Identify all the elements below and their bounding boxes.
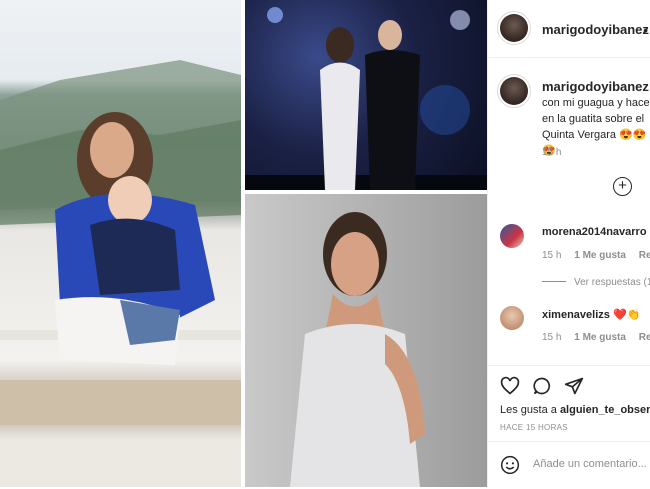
post-time-ago[interactable]: HACE 15 HORAS <box>500 423 568 432</box>
photo-stage-hosts <box>245 0 487 190</box>
more-options-icon[interactable]: • <box>643 22 649 38</box>
view-replies-button[interactable]: Ver respuestas (1) <box>542 277 650 288</box>
comment-reply-button[interactable]: Respo <box>639 250 650 261</box>
caption-username-text[interactable]: marigodoyibanez <box>542 79 649 94</box>
post-actions: Les gusta a alguien_te_observ HACE 15 HO… <box>488 365 650 488</box>
share-icon[interactable] <box>564 376 584 396</box>
photo-mother-with-baby-art <box>0 60 241 425</box>
view-replies-label[interactable]: Ver respuestas (1) <box>574 277 650 288</box>
caption-line: en la guatita sobre el <box>542 113 645 125</box>
comment-likes[interactable]: 1 Me gusta <box>574 250 626 261</box>
comment-meta: 15 h 1 Me gusta Respo <box>542 250 650 261</box>
comment-username[interactable]: ximenavelizs ❤️👏 <box>542 308 640 321</box>
emoji-icon[interactable] <box>500 455 520 475</box>
caption-avatar[interactable] <box>500 77 528 105</box>
photo-portrait-art <box>290 212 425 487</box>
post-sidebar: marigodoyibanez✓ • marigodoyibanez✓ A co… <box>487 0 650 488</box>
comment-time[interactable]: 15 h <box>542 332 561 343</box>
author-username-text[interactable]: marigodoyibanez <box>542 22 649 37</box>
author-avatar[interactable] <box>500 14 528 42</box>
plus-circle-icon[interactable]: + <box>613 177 632 196</box>
liked-by-user-link[interactable]: alguien_te_observ <box>560 404 650 416</box>
comment-likes[interactable]: 1 Me gusta <box>574 332 626 343</box>
caption-username[interactable]: marigodoyibanez✓ A <box>542 79 650 94</box>
comment-input[interactable]: Añade un comentario... <box>533 458 647 470</box>
comment-emoji: ❤️👏 <box>612 309 641 321</box>
comment-avatar[interactable] <box>500 224 524 248</box>
likes-summary: Les gusta a alguien_te_observ <box>500 404 650 416</box>
author-username[interactable]: marigodoyibanez✓ <box>542 22 650 37</box>
comment-icon[interactable] <box>532 376 552 396</box>
comment-reply-button[interactable]: Respo <box>639 332 650 343</box>
caption-time[interactable]: 15 h <box>542 147 561 158</box>
post-photo-collage[interactable] <box>0 0 487 487</box>
comment-time[interactable]: 15 h <box>542 250 561 261</box>
photo-stage-hosts-art <box>245 7 487 190</box>
add-comment-bar: Añade un comentario... <box>488 441 650 489</box>
photo-mother-with-baby <box>0 0 241 487</box>
caption-line: con mi guagua y hace <box>542 97 650 109</box>
likes-prefix: Les gusta a <box>500 404 560 416</box>
comment-username-text[interactable]: ximenavelizs <box>542 309 610 321</box>
post-header: marigodoyibanez✓ • <box>488 0 650 58</box>
comment-meta: 15 h 1 Me gusta Respo <box>542 332 650 343</box>
heart-icon[interactable] <box>500 376 520 396</box>
photo-portrait-white-dress <box>245 194 487 487</box>
comment-username[interactable]: morena2014navarro <box>542 226 647 238</box>
comment-avatar[interactable] <box>500 306 524 330</box>
